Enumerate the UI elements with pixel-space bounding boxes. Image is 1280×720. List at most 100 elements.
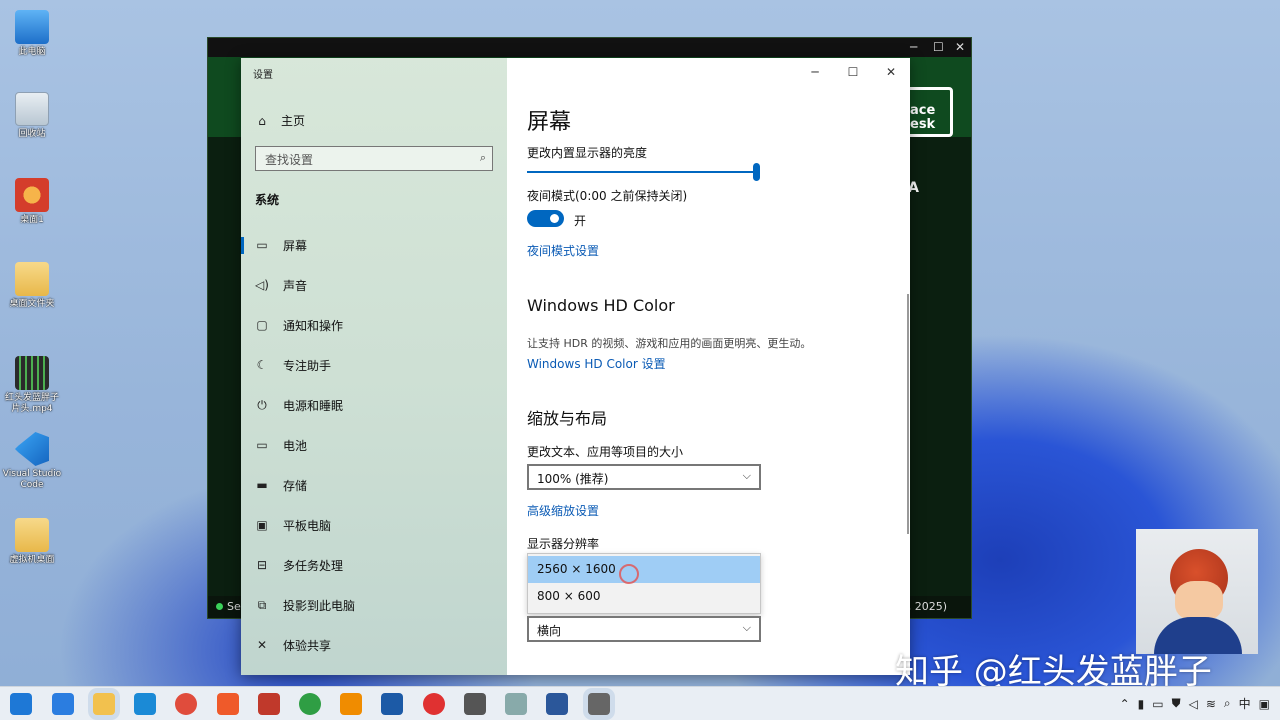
close-icon: ✕: [885, 65, 897, 79]
minimize-button[interactable]: ─: [796, 58, 834, 86]
recycle-bin-icon: [15, 92, 49, 126]
chevron-up-icon[interactable]: ⌃: [1120, 697, 1130, 711]
desktop-icon-app[interactable]: 桌面1: [2, 178, 62, 226]
desktop-icon-vm-folder[interactable]: 虚拟机桌面: [2, 518, 62, 566]
minimize-icon: ─: [811, 65, 819, 79]
chevron-down-icon: ⌵: [742, 469, 751, 482]
maximize-button[interactable]: ☐: [834, 58, 872, 86]
scale-label: 更改文本、应用等项目的大小: [527, 445, 684, 459]
page-title: 屏幕: [527, 110, 572, 135]
status-dot-icon: [216, 603, 223, 610]
nav-home[interactable]: ⌂ 主页: [255, 112, 305, 129]
monitor-icon: ▭: [256, 238, 268, 252]
computer-icon: [15, 10, 49, 44]
folder-icon: [15, 262, 49, 296]
video-file-icon: [15, 356, 49, 390]
search-icon[interactable]: ⌕: [1224, 696, 1231, 711]
night-mode-state: 开: [574, 214, 587, 228]
sidebar-item-tablet[interactable]: ▣ 平板电脑: [241, 505, 507, 545]
word-icon[interactable]: [546, 693, 568, 715]
chrome-icon[interactable]: [175, 693, 197, 715]
settings-window: 设置 ⌂ 主页 查找设置 ⌕ 系统 ▭ 屏幕 ◁) 声音 ▢ 通知和操作 ☾ 专…: [241, 58, 910, 675]
desktop-icon-folder[interactable]: 桌面文件夹: [2, 262, 62, 310]
scale-dropdown[interactable]: 100% (推荐) ⌵: [527, 464, 761, 490]
battery-icon[interactable]: ▭: [1152, 697, 1163, 711]
sidebar-item-notifications[interactable]: ▢ 通知和操作: [241, 305, 507, 345]
night-mode-toggle[interactable]: [527, 210, 564, 227]
settings-icon[interactable]: [588, 693, 610, 715]
tablet-icon: ▣: [256, 518, 268, 532]
record-icon[interactable]: [423, 693, 445, 715]
system-tray: ⌃ ▮ ▭ ⛊ ◁ ≋ ⌕ 中 ▣: [1120, 695, 1270, 712]
search-input[interactable]: 查找设置 ⌕: [255, 146, 493, 171]
moon-icon: ☾: [256, 358, 268, 372]
scrollbar[interactable]: [907, 294, 909, 534]
desktop-icon-video[interactable]: 红头发蓝胖子片头.mp4: [2, 356, 62, 415]
app-logo: ace esk: [903, 87, 953, 137]
sidebar-item-shared-experiences[interactable]: ✕ 体验共享: [241, 625, 507, 665]
close-button[interactable]: ✕: [872, 58, 910, 86]
hdr-heading: Windows HD Color: [527, 296, 675, 315]
nav-section-title: 系统: [255, 193, 280, 207]
battery-icon: ▭: [256, 438, 268, 452]
brightness-slider-thumb[interactable]: [753, 163, 760, 181]
hdr-settings-link[interactable]: Windows HD Color 设置: [527, 355, 666, 372]
window-controls: ─ ☐ ✕: [796, 58, 910, 86]
home-icon: ⌂: [258, 113, 266, 128]
night-mode-settings-link[interactable]: 夜间模式设置: [527, 242, 599, 259]
search-app-icon[interactable]: [340, 693, 362, 715]
brave-icon[interactable]: [217, 693, 239, 715]
sidebar-item-battery[interactable]: ▭ 电池: [241, 425, 507, 465]
nav-list: ▭ 屏幕 ◁) 声音 ▢ 通知和操作 ☾ 专注助手 ⏻ 电源和睡眠 ▭ 电池 ▬…: [241, 225, 507, 665]
search-icon: ⌕: [479, 151, 486, 164]
sidebar-item-storage[interactable]: ▬ 存储: [241, 465, 507, 505]
minimize-icon[interactable]: ─: [910, 40, 917, 54]
file-explorer-icon[interactable]: [93, 693, 115, 715]
close-icon[interactable]: ✕: [955, 40, 965, 54]
shield-icon[interactable]: ⛊: [1172, 696, 1181, 711]
sidebar-item-sound[interactable]: ◁) 声音: [241, 265, 507, 305]
ime-icon[interactable]: ▣: [1259, 697, 1270, 711]
click-indicator-icon: [619, 564, 639, 584]
start-icon[interactable]: [10, 693, 32, 715]
photos-icon[interactable]: [381, 693, 403, 715]
sidebar-item-focus-assist[interactable]: ☾ 专注助手: [241, 345, 507, 385]
scale-heading: 缩放与布局: [527, 409, 608, 428]
maximize-icon[interactable]: ☐: [933, 40, 944, 54]
background-window-titlebar: ─ ☐ ✕: [208, 38, 971, 57]
multitask-icon: ⊟: [256, 558, 268, 572]
edge-icon[interactable]: [134, 693, 156, 715]
brightness-slider[interactable]: [527, 171, 757, 173]
sidebar-item-projecting[interactable]: ⧉ 投影到此电脑: [241, 585, 507, 625]
share-icon: ✕: [256, 638, 268, 652]
language-indicator[interactable]: 中: [1239, 695, 1251, 712]
brightness-label: 更改内置显示器的亮度: [527, 146, 648, 160]
sidebar-item-power[interactable]: ⏻ 电源和睡眠: [241, 385, 507, 425]
tool-icon[interactable]: [464, 693, 486, 715]
sidebar-item-multitasking[interactable]: ⊟ 多任务处理: [241, 545, 507, 585]
app-icon: [15, 178, 49, 212]
desktop-icon-this-pc[interactable]: 此电脑: [2, 10, 62, 58]
speaker-icon[interactable]: ◁: [1189, 697, 1198, 711]
speaker-icon: ◁): [255, 278, 269, 292]
tasks-icon[interactable]: [52, 693, 74, 715]
desktop-icon-recycle-bin[interactable]: 回收站: [2, 92, 62, 140]
app-icon[interactable]: [505, 693, 527, 715]
vscode-icon: [15, 432, 49, 466]
resolution-option[interactable]: 800 × 600: [528, 583, 760, 610]
resolution-option[interactable]: 2560 × 1600: [528, 556, 760, 583]
desktop-icon-vscode[interactable]: Visual Studio Code: [2, 432, 62, 491]
folder-icon: [15, 518, 49, 552]
pin-icon[interactable]: ▮: [1138, 697, 1145, 711]
advanced-scaling-link[interactable]: 高级缩放设置: [527, 502, 599, 519]
sidebar-item-display[interactable]: ▭ 屏幕: [241, 225, 507, 265]
avatar-face: [1175, 581, 1223, 621]
resolution-label: 显示器分辨率: [527, 537, 600, 551]
night-mode-label: 夜间模式(0:00 之前保持关闭): [527, 189, 688, 203]
message-icon: ▢: [256, 318, 268, 332]
orientation-dropdown[interactable]: 横向 ⌵: [527, 616, 761, 642]
wifi-icon[interactable]: ≋: [1206, 697, 1216, 711]
chevron-down-icon: ⌵: [742, 621, 751, 634]
app-icon[interactable]: [258, 693, 280, 715]
edge-dev-icon[interactable]: [299, 693, 321, 715]
